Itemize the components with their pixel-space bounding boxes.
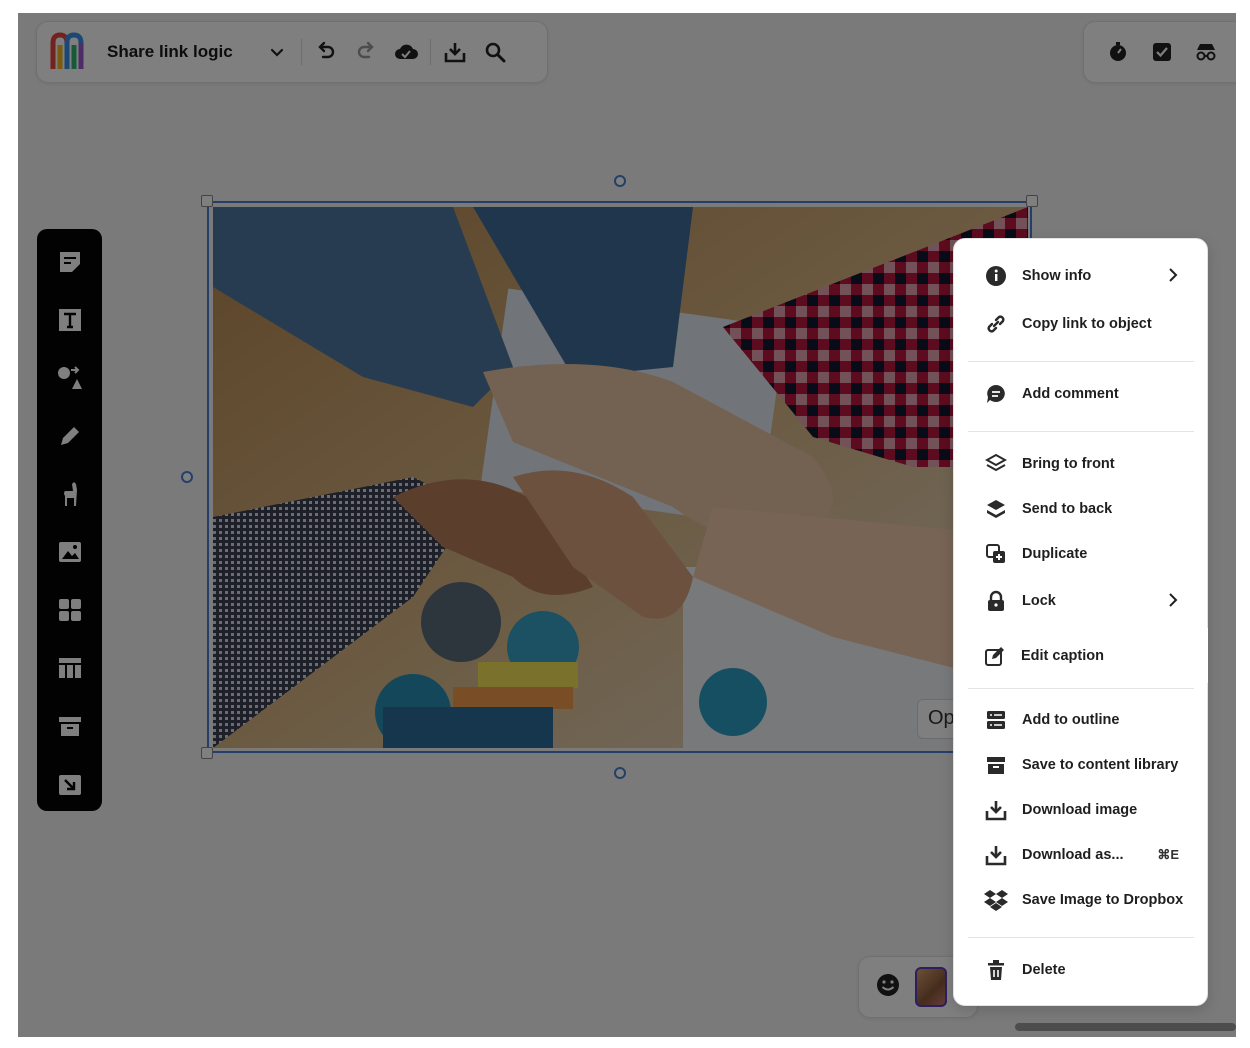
menu-item-save-to-content-library[interactable]: Save to content library: [958, 742, 1207, 788]
connector-handle-top[interactable]: [614, 175, 626, 187]
chevron-down-icon[interactable]: [257, 32, 297, 72]
menu-item-add-to-outline[interactable]: Add to outline: [958, 697, 1207, 743]
timer-icon[interactable]: [1098, 32, 1138, 72]
info-icon: [984, 264, 1008, 288]
edit-icon: [983, 644, 1007, 668]
link-icon: [984, 312, 1008, 336]
menu-item-send-to-back[interactable]: Send to back: [958, 486, 1207, 532]
chevron-right-icon: [1167, 592, 1179, 613]
left-toolbar: [37, 229, 102, 811]
shapes-icon[interactable]: [51, 359, 89, 397]
menu-item-delete[interactable]: Delete: [958, 947, 1207, 993]
download-icon[interactable]: [435, 32, 475, 72]
menu-item-add-comment[interactable]: Add comment: [958, 371, 1207, 417]
archive-icon[interactable]: [51, 707, 89, 745]
grid-icon[interactable]: [51, 591, 89, 629]
connector-handle-left[interactable]: [181, 471, 193, 483]
llama-icon[interactable]: [51, 475, 89, 513]
checkbox-icon[interactable]: [1142, 32, 1182, 72]
app-logo-icon[interactable]: [49, 31, 91, 73]
selection-frame: [207, 201, 1032, 753]
context-menu: Show info Copy link to object Add commen…: [953, 238, 1208, 1006]
menu-divider: [968, 688, 1194, 689]
top-toolbar: Share link logic: [36, 21, 548, 83]
connector-handle-bottom[interactable]: [614, 767, 626, 779]
toolbar-divider: [430, 39, 431, 65]
menu-item-show-info[interactable]: Show info: [958, 253, 1207, 299]
avatar[interactable]: [915, 967, 947, 1007]
download-icon: [984, 843, 1008, 867]
undo-icon[interactable]: [306, 32, 346, 72]
chevron-right-icon: [1167, 267, 1179, 288]
menu-divider: [968, 361, 1194, 362]
resize-handle-bottom-left[interactable]: [201, 747, 213, 759]
search-icon[interactable]: [475, 32, 515, 72]
resize-handle-top-right[interactable]: [1026, 195, 1038, 207]
redo-icon[interactable]: [346, 32, 386, 72]
menu-item-save-to-dropbox[interactable]: Save Image to Dropbox: [958, 877, 1207, 923]
layers-up-icon: [984, 452, 1008, 476]
text-tool-icon[interactable]: [51, 301, 89, 339]
menu-divider: [968, 431, 1194, 432]
import-icon[interactable]: [51, 765, 89, 803]
pencil-icon[interactable]: [51, 417, 89, 455]
download-icon: [984, 798, 1008, 822]
menu-item-edit-caption[interactable]: Edit caption: [957, 628, 1208, 683]
menu-item-bring-to-front[interactable]: Bring to front: [958, 441, 1207, 487]
archive-icon: [984, 753, 1008, 777]
menu-item-download-image[interactable]: Download image: [958, 787, 1207, 833]
dropbox-icon: [984, 888, 1008, 912]
horizontal-scrollbar[interactable]: [1015, 1023, 1236, 1031]
layers-down-icon: [984, 497, 1008, 521]
menu-divider: [968, 937, 1194, 938]
toolbar-divider: [301, 39, 302, 65]
image-icon[interactable]: [51, 533, 89, 571]
menu-item-copy-link[interactable]: Copy link to object: [958, 301, 1207, 347]
resize-handle-top-left[interactable]: [201, 195, 213, 207]
trash-icon: [984, 958, 1008, 982]
incognito-icon[interactable]: [1186, 32, 1226, 72]
menu-item-duplicate[interactable]: Duplicate: [958, 531, 1207, 577]
columns-icon[interactable]: [51, 649, 89, 687]
comment-icon: [984, 382, 1008, 406]
menu-item-download-as[interactable]: Download as... ⌘E: [958, 832, 1207, 878]
emoji-icon[interactable]: [875, 972, 901, 1003]
lock-icon: [984, 589, 1008, 613]
sticky-note-icon[interactable]: [51, 243, 89, 281]
menu-item-lock[interactable]: Lock: [958, 578, 1207, 624]
outline-icon: [984, 708, 1008, 732]
board-title[interactable]: Share link logic: [107, 42, 257, 62]
shortcut-label: ⌘E: [1157, 847, 1179, 862]
top-right-toolbar: [1083, 21, 1236, 83]
duplicate-icon: [984, 542, 1008, 566]
cloud-saved-icon[interactable]: [386, 32, 426, 72]
